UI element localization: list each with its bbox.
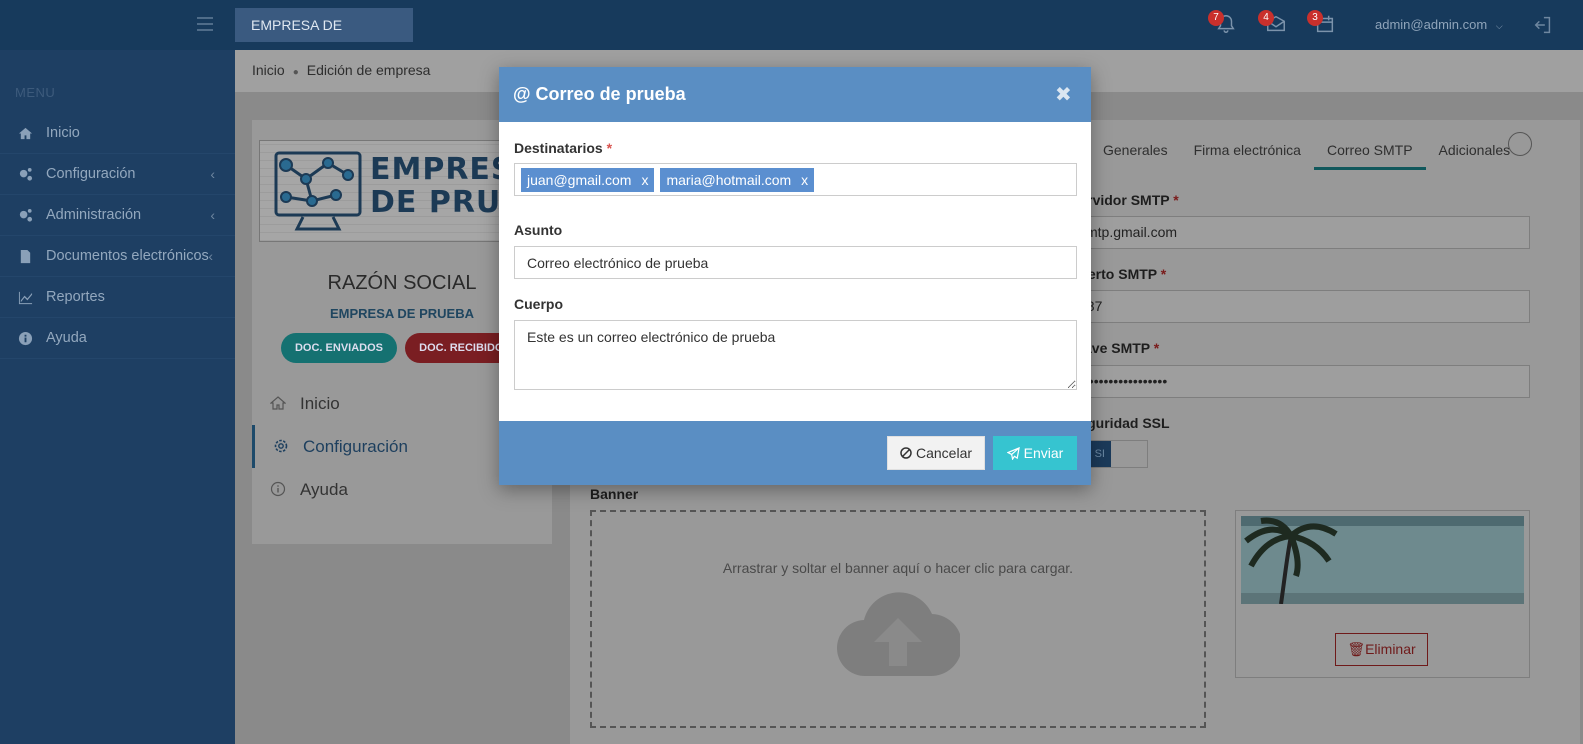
messages-button[interactable]: 4	[1258, 10, 1289, 37]
company-logo: EMPRESA DE PRUEBA	[259, 140, 539, 242]
sidebar-item-administracion[interactable]: Administración ‹	[0, 195, 235, 236]
ban-icon	[900, 447, 912, 459]
subject-input[interactable]	[514, 246, 1077, 279]
delete-banner-button[interactable]: 🗑Eliminar	[1335, 633, 1428, 666]
banner-dropzone[interactable]: Arrastrar y soltar el banner aquí o hace…	[590, 510, 1206, 728]
tasks-badge: 3	[1307, 10, 1323, 26]
info-circle-icon	[270, 481, 286, 497]
smtp-port-input[interactable]: 587	[1070, 290, 1530, 323]
sidebar-item-label: Ayuda	[46, 330, 87, 346]
recipient-tag: juan@gmail.com x	[521, 168, 655, 192]
recipients-tag-input[interactable]: juan@gmail.com x maria@hotmail.com x	[514, 163, 1077, 196]
info-icon	[16, 331, 34, 346]
chevron-left-icon: ‹	[210, 166, 215, 182]
home-icon	[16, 126, 34, 141]
sidebar-item-reportes[interactable]: Reportes	[0, 277, 235, 318]
sidebar-item-configuracion[interactable]: Configuración ‹	[0, 154, 235, 195]
cloud-upload-icon	[837, 592, 960, 677]
body-textarea[interactable]: Este es un correo electrónico de prueba	[514, 320, 1077, 390]
tab-adicionales[interactable]: Adicionales	[1426, 130, 1524, 170]
circuit-logo-icon	[274, 151, 362, 231]
modal-footer: Cancelar Enviar	[499, 421, 1091, 485]
chart-icon	[16, 290, 34, 305]
breadcrumb-home[interactable]: Inicio	[252, 62, 285, 78]
sidebar: MENU Inicio Configuración ‹ Administraci…	[0, 50, 235, 744]
hamburger-menu-icon[interactable]	[197, 17, 213, 31]
user-menu[interactable]: admin@admin.com ⌵	[1375, 17, 1503, 32]
sidebar-item-label: Administración	[46, 207, 142, 223]
dropzone-text: Arrastrar y soltar el banner aquí o hace…	[722, 560, 1074, 576]
sidebar-item-label: Reportes	[46, 289, 105, 305]
file-icon	[16, 249, 34, 264]
chevron-left-icon: ‹	[208, 248, 213, 264]
docs-sent-button[interactable]: DOC. ENVIADOS	[281, 333, 397, 363]
delete-banner-label: Eliminar	[1365, 641, 1416, 657]
recipient-tag-text: juan@gmail.com	[527, 172, 632, 188]
sidebar-item-label: Documentos electrónicos	[46, 248, 209, 264]
home-icon	[270, 396, 286, 410]
remove-tag-icon[interactable]: x	[801, 168, 808, 192]
notifications-badge: 7	[1208, 10, 1224, 26]
breadcrumb-current: Edición de empresa	[306, 62, 431, 78]
body-label: Cuerpo	[514, 296, 563, 312]
recipients-label-text: Destinatarios	[514, 140, 603, 156]
close-icon[interactable]: ✖	[1055, 85, 1072, 105]
sidebar-item-inicio[interactable]: Inicio	[0, 113, 235, 154]
paper-plane-icon	[1006, 446, 1020, 460]
modal-header: @ Correo de prueba ✖	[499, 67, 1091, 122]
smtp-server-input[interactable]: smtp.gmail.com	[1070, 216, 1530, 249]
messages-badge: 4	[1258, 10, 1274, 26]
banner-image	[1241, 516, 1524, 604]
send-button[interactable]: Enviar	[993, 436, 1077, 470]
chevron-down-icon: ⌵	[1495, 21, 1503, 31]
breadcrumb-separator: ●	[292, 67, 299, 78]
cogs-icon	[16, 208, 34, 223]
settings-tabs: Generales Firma electrónica Correo SMTP …	[1090, 130, 1523, 170]
recipient-tag-text: maria@hotmail.com	[666, 172, 792, 188]
sidebar-item-label: Configuración	[46, 166, 136, 182]
company-selector[interactable]: EMPRESA DE PRUEBA⌵	[235, 8, 413, 67]
calendar-button[interactable]: 3	[1307, 10, 1338, 37]
remove-tag-icon[interactable]: x	[641, 168, 648, 192]
sidebar-header: MENU	[15, 85, 56, 100]
chevron-left-icon: ‹	[210, 207, 215, 223]
test-email-modal: @ Correo de prueba ✖ Destinatarios * jua…	[499, 67, 1091, 485]
sidebar-item-ayuda[interactable]: Ayuda	[0, 318, 235, 359]
user-email: admin@admin.com	[1375, 17, 1488, 32]
recipients-label: Destinatarios *	[514, 140, 613, 156]
sidebar-menu: Inicio Configuración ‹ Administración ‹ …	[0, 113, 235, 359]
profile-nav-label: Inicio	[300, 394, 340, 413]
gear-icon	[274, 439, 288, 453]
cancel-button[interactable]: Cancelar	[887, 436, 985, 470]
recipient-tag: maria@hotmail.com x	[660, 168, 815, 192]
tab-generales[interactable]: Generales	[1090, 130, 1181, 170]
banner-label: Banner	[590, 486, 639, 502]
expand-icon[interactable]	[1508, 132, 1532, 156]
sidebar-item-documentos[interactable]: Documentos electrónicos ‹	[0, 236, 235, 277]
palm-tree-image	[1244, 517, 1338, 604]
cogs-icon	[16, 167, 34, 182]
modal-title: @ Correo de prueba	[513, 84, 686, 104]
banner-preview-card: 🗑Eliminar	[1235, 510, 1530, 678]
sign-out-icon	[1534, 16, 1551, 34]
top-navbar: EMPRESA DE PRUEBA⌵ 7 4 3 admin@admin.com…	[0, 0, 1583, 67]
sidebar-item-label: Inicio	[46, 125, 80, 141]
profile-nav-label: Configuración	[303, 437, 408, 456]
logout-button[interactable]	[1532, 14, 1554, 39]
tab-correo-smtp[interactable]: Correo SMTP	[1313, 130, 1426, 170]
profile-nav-label: Ayuda	[300, 480, 348, 499]
smtp-password-input[interactable]: ••••••••••••••••••	[1070, 365, 1530, 398]
subject-label: Asunto	[514, 222, 563, 238]
send-label: Enviar	[1023, 445, 1064, 461]
breadcrumb: Inicio ● Edición de empresa	[252, 62, 430, 78]
trash-icon: 🗑	[1347, 641, 1366, 657]
tab-firma-electronica[interactable]: Firma electrónica	[1181, 130, 1314, 170]
notifications-bell-button[interactable]: 7	[1208, 10, 1239, 37]
cancel-label: Cancelar	[915, 445, 973, 461]
